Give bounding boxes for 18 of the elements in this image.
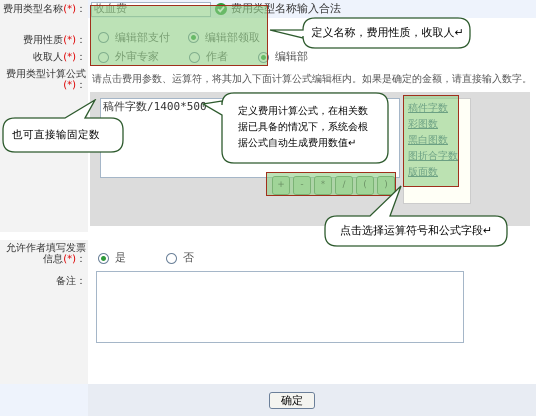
callout-text: 点击选择运算符号和公式字段↵ bbox=[338, 223, 494, 239]
hint-text: 请点击费用参数、运算符，将其加入下面计算公式编辑框内。如果是确定的金额，请直接输入数字。 bbox=[92, 72, 532, 86]
radio-label: 外审专家 bbox=[115, 48, 159, 65]
radio-label: 编辑部 bbox=[275, 48, 308, 65]
radio-label: 是 bbox=[115, 250, 126, 266]
field-label: 费用类型计算公式 (*)： bbox=[5, 69, 86, 91]
radio-label: 作者 bbox=[206, 48, 228, 65]
callout-text: 也可直接输固定数 bbox=[12, 128, 101, 143]
callout-text: 定义费用计算公式，在相关数据已具备的情况下，系统会根据公式自动生成费用数值↵ bbox=[238, 104, 369, 151]
field-label: 允许作者填写发票信息(*)： bbox=[5, 243, 86, 265]
field-label: 收取人(*)： bbox=[32, 52, 86, 62]
field-label: 费用类型名称(*)： bbox=[2, 4, 86, 14]
field-label: 费用性质(*)： bbox=[22, 35, 86, 46]
radio-label: 否 bbox=[183, 250, 194, 266]
field-label: 备注： bbox=[55, 276, 86, 287]
callout-text: 定义名称，费用性质，收取人↵ bbox=[312, 25, 462, 41]
radio-label: 编辑部领取 bbox=[205, 30, 260, 46]
radio-label: 编辑部支付 bbox=[115, 30, 170, 46]
